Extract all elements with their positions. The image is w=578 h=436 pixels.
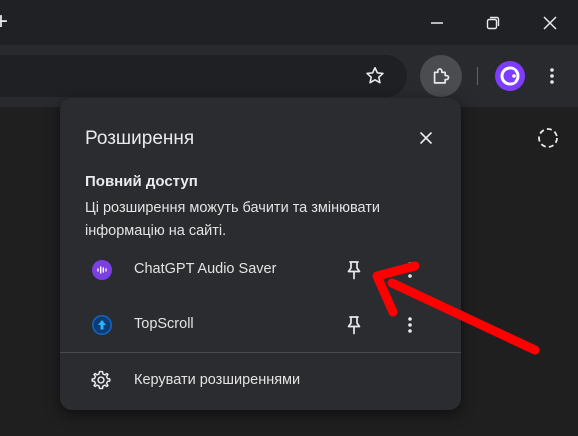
audio-wave-icon [97, 266, 107, 274]
close-icon [419, 131, 433, 145]
extensions-button[interactable] [420, 55, 462, 97]
close-icon [543, 15, 557, 30]
pin-button[interactable] [342, 313, 366, 337]
screenshot-selection-icon [538, 128, 558, 148]
menu-dots-icon [550, 68, 554, 84]
extension-row-topscroll[interactable]: TopScroll [60, 301, 461, 349]
more-dots-icon [408, 262, 412, 278]
restore-icon [486, 16, 500, 29]
extension-row-chatgpt-audio-saver[interactable]: ChatGPT Audio Saver [60, 246, 461, 294]
browser-menu-button[interactable] [542, 66, 562, 86]
extension-more-button[interactable] [398, 258, 422, 282]
minimize-icon [431, 21, 443, 24]
section-description: Ці розширення можуть бачити та змінювати… [85, 200, 381, 239]
popup-divider [60, 352, 461, 353]
section-heading: Повний доступ [85, 173, 198, 190]
pin-icon [347, 316, 361, 335]
extension-icon [92, 260, 112, 280]
extensions-popup: Розширення Повний доступ Ці розширення м… [60, 98, 461, 410]
bookmark-star-button[interactable] [364, 65, 386, 87]
extension-name: TopScroll [134, 316, 194, 332]
close-window-button[interactable] [522, 0, 578, 45]
address-bar[interactable] [0, 55, 407, 97]
profile-avatar-button[interactable] [495, 61, 525, 91]
restore-button[interactable] [465, 0, 521, 45]
popup-title: Розширення [85, 128, 195, 149]
extension-name: ChatGPT Audio Saver [134, 261, 277, 277]
pin-button[interactable] [342, 258, 366, 282]
manage-extensions-label: Керувати розширеннями [134, 372, 301, 388]
window-titlebar: + [0, 0, 578, 45]
gear-icon [91, 370, 111, 390]
manage-extensions-button[interactable]: Керувати розширеннями [60, 358, 461, 404]
more-dots-icon [408, 317, 412, 333]
extension-more-button[interactable] [398, 313, 422, 337]
bookmark-star-icon [366, 66, 384, 84]
extensions-puzzle-icon [433, 68, 450, 84]
up-arrow-icon [93, 316, 111, 334]
pin-icon [347, 261, 361, 280]
toolbar-separator [477, 67, 478, 85]
minimize-button[interactable] [409, 0, 465, 45]
screenshot-selection-button[interactable] [536, 126, 560, 150]
popup-close-button[interactable] [414, 126, 438, 150]
new-tab-button[interactable]: + [0, 8, 14, 36]
profile-avatar-icon [496, 62, 524, 90]
extension-icon [92, 315, 112, 335]
